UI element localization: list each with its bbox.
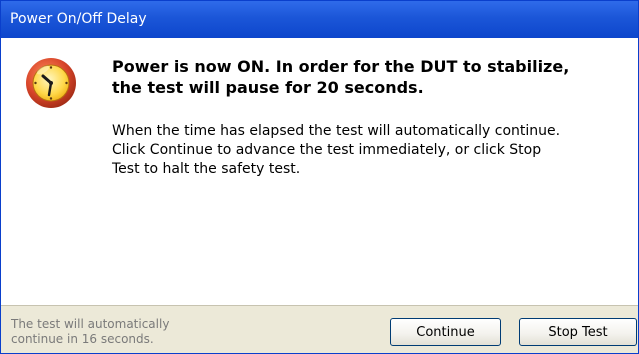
power-delay-dialog: Power On/Off Delay Power is now ON. In o… (0, 0, 639, 354)
stop-test-button[interactable]: Stop Test (519, 318, 637, 346)
title-bar[interactable]: Power On/Off Delay (1, 1, 638, 38)
message-body: When the time has elapsed the test will … (112, 123, 561, 177)
window-title: Power On/Off Delay (10, 11, 147, 27)
dialog-footer: The test will automatically continue in … (1, 305, 638, 353)
dialog-content: Power is now ON. In order for the DUT to… (1, 38, 638, 315)
message-heading: Power is now ON. In order for the DUT to… (112, 57, 570, 97)
countdown-status-text: The test will automatically continue in … (11, 317, 170, 346)
alarm-clock-icon (26, 58, 76, 108)
continue-button[interactable]: Continue (390, 318, 501, 346)
